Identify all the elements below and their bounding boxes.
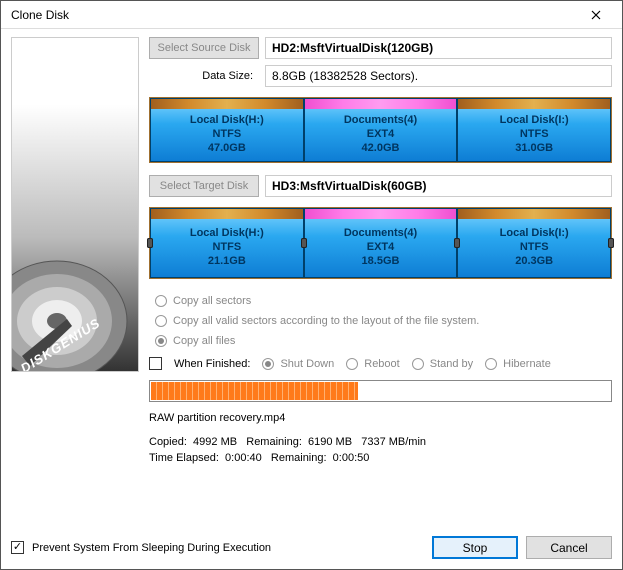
prevent-sleep-checkbox[interactable] — [11, 541, 24, 554]
prevent-sleep-label: Prevent System From Sleeping During Exec… — [32, 542, 271, 554]
copy-all-files-radio[interactable]: Copy all files — [155, 335, 612, 347]
data-size-label: Data Size: — [149, 70, 259, 82]
partition-name: Documents(4) — [344, 227, 417, 241]
select-target-disk-button[interactable]: Select Target Disk — [149, 175, 259, 197]
partition-name: Local Disk(I:) — [500, 227, 569, 241]
current-file: RAW partition recovery.mp4 — [149, 412, 612, 424]
partition-size: 42.0GB — [362, 142, 400, 156]
partition-fs: NTFS — [212, 241, 241, 255]
disk-illustration: DISKGENIUS — [11, 37, 139, 372]
source-partition-map: Local Disk(H:) NTFS 47.0GB Documents(4) … — [149, 97, 612, 163]
target-partition-0[interactable]: Local Disk(H:) NTFS 21.1GB — [150, 208, 304, 278]
partition-size: 47.0GB — [208, 142, 246, 156]
partition-fs: NTFS — [520, 128, 549, 142]
target-partition-2[interactable]: Local Disk(I:) NTFS 20.3GB — [457, 208, 611, 278]
partition-fs: NTFS — [520, 241, 549, 255]
resize-handle[interactable] — [454, 208, 460, 278]
partition-size: 21.1GB — [208, 255, 246, 269]
target-partition-1[interactable]: Documents(4) EXT4 18.5GB — [304, 208, 458, 278]
window-title: Clone Disk — [11, 8, 69, 22]
close-icon — [591, 10, 601, 20]
resize-handle[interactable] — [301, 208, 307, 278]
partition-size: 20.3GB — [515, 255, 553, 269]
source-partition-0[interactable]: Local Disk(H:) NTFS 47.0GB — [150, 98, 304, 162]
stop-button[interactable]: Stop — [432, 536, 518, 559]
finish-standby-radio[interactable]: Stand by — [412, 358, 473, 370]
partition-fs: EXT4 — [367, 241, 395, 255]
when-finished-label: When Finished: — [174, 358, 250, 370]
source-disk-value: HD2:MsftVirtualDisk(120GB) — [265, 37, 612, 59]
clone-disk-dialog: Clone Disk DISKGENIUS Select Source Dis — [0, 0, 623, 570]
target-disk-value: HD3:MsftVirtualDisk(60GB) — [265, 175, 612, 197]
copy-all-sectors-radio[interactable]: Copy all sectors — [155, 295, 612, 307]
target-partition-map: Local Disk(H:) NTFS 21.1GB Documents(4) … — [149, 207, 612, 279]
select-source-disk-button[interactable]: Select Source Disk — [149, 37, 259, 59]
finish-hibernate-radio[interactable]: Hibernate — [485, 358, 551, 370]
partition-name: Local Disk(H:) — [190, 227, 264, 241]
resize-handle[interactable] — [608, 208, 614, 278]
partition-size: 31.0GB — [515, 142, 553, 156]
time-stats-line: Time Elapsed: 0:00:40 Remaining: 0:00:50 — [149, 452, 612, 464]
partition-name: Local Disk(H:) — [190, 114, 264, 128]
sidebar-illustration: DISKGENIUS — [11, 37, 139, 520]
partition-name: Documents(4) — [344, 114, 417, 128]
source-partition-1[interactable]: Documents(4) EXT4 42.0GB — [304, 98, 458, 162]
partition-size: 18.5GB — [362, 255, 400, 269]
copy-valid-sectors-radio[interactable]: Copy all valid sectors according to the … — [155, 315, 612, 327]
source-partition-2[interactable]: Local Disk(I:) NTFS 31.0GB — [457, 98, 611, 162]
cancel-button[interactable]: Cancel — [526, 536, 612, 559]
close-button[interactable] — [576, 3, 616, 27]
data-size-value: 8.8GB (18382528 Sectors). — [265, 65, 612, 87]
partition-name: Local Disk(I:) — [500, 114, 569, 128]
finish-shutdown-radio[interactable]: Shut Down — [262, 358, 334, 370]
titlebar: Clone Disk — [1, 1, 622, 29]
copy-stats-line: Copied: 4992 MB Remaining: 6190 MB 7337 … — [149, 436, 612, 448]
partition-fs: NTFS — [212, 128, 241, 142]
progress-bar — [149, 380, 612, 402]
partition-fs: EXT4 — [367, 128, 395, 142]
when-finished-checkbox[interactable] — [149, 357, 162, 370]
resize-handle[interactable] — [147, 208, 153, 278]
finish-reboot-radio[interactable]: Reboot — [346, 358, 399, 370]
